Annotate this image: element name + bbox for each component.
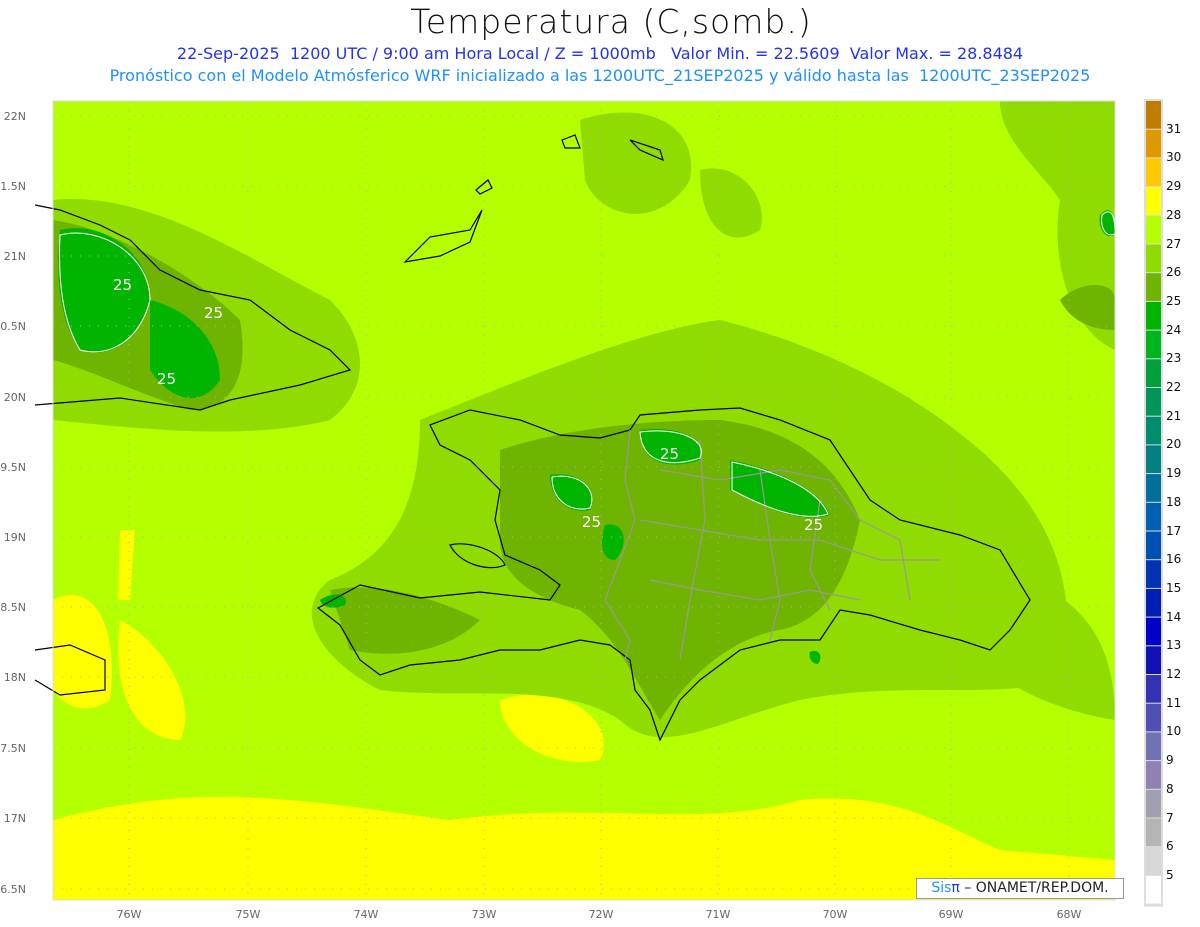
latitude-labels: 22N 1.5N 21N 0.5N 20N 9.5N 19N 8.5N 18N … — [0, 110, 26, 896]
logo-org: – ONAMET/REP.DOM. — [959, 880, 1109, 896]
colorbar-label: 18 — [1166, 494, 1182, 509]
colorbar-swatch — [1146, 732, 1161, 761]
contour-label: 25 — [660, 445, 679, 463]
lat-label: 9.5N — [0, 461, 26, 474]
colorbar-swatch — [1146, 847, 1161, 875]
colorbar-label: 29 — [1166, 179, 1182, 194]
colorbar-swatch — [1146, 875, 1161, 904]
logo-pi: π — [951, 880, 960, 896]
colorbar-swatch — [1146, 129, 1161, 158]
lat-label: 17N — [4, 812, 26, 825]
lat-label: 19N — [4, 531, 26, 544]
colorbar-swatch — [1146, 273, 1161, 301]
colorbar-swatch — [1146, 789, 1161, 818]
colorbar-label: 10 — [1166, 724, 1182, 739]
longitude-labels: 76W 75W 74W 73W 72W 71W 70W 69W 68W — [117, 908, 1082, 921]
contour-label: 25 — [157, 370, 176, 388]
lat-label: 8.5N — [0, 601, 26, 614]
colorbar-swatch — [1146, 818, 1161, 847]
lon-label: 75W — [236, 908, 261, 921]
colorbar-label: 11 — [1166, 695, 1182, 710]
colorbar-swatch — [1146, 301, 1161, 330]
lon-label: 69W — [939, 908, 964, 921]
logo-sis: Sis — [931, 880, 952, 896]
contour-label: 25 — [204, 304, 223, 322]
colorbar-swatch — [1146, 445, 1161, 474]
contour-label: 25 — [582, 513, 601, 531]
colorbar-label: 6 — [1166, 839, 1174, 854]
lat-label: 20N — [4, 391, 26, 404]
colorbar-label: 24 — [1166, 322, 1182, 337]
colorbar-label: 25 — [1166, 293, 1182, 308]
colorbar-swatch — [1146, 359, 1161, 387]
colorbar-swatch — [1146, 158, 1161, 187]
colorbar-swatch — [1146, 617, 1161, 646]
colorbar-label: 22 — [1166, 380, 1182, 394]
temperature-map: 25 25 25 25 25 25 25 22N 1.5N 21N 0.5N 2… — [0, 99, 1163, 921]
colorbar-swatch — [1146, 187, 1161, 215]
lat-label: 7.5N — [0, 742, 26, 755]
lon-label: 72W — [589, 908, 614, 921]
colorbar-label: 5 — [1166, 867, 1174, 882]
colorbar-label: 16 — [1166, 552, 1182, 567]
colorbar-swatch — [1146, 761, 1161, 789]
colorbar-label: 28 — [1166, 207, 1182, 222]
shaded-field — [53, 101, 1115, 900]
colorbar-swatch — [1146, 101, 1161, 129]
colorbar-swatch — [1146, 531, 1161, 560]
lon-label: 70W — [823, 908, 848, 921]
colorbar-label: 30 — [1166, 150, 1182, 165]
lat-label: 1.5N — [0, 180, 26, 193]
lat-label: 6.5N — [0, 883, 26, 896]
colorbar-label: 7 — [1166, 810, 1174, 825]
colorbar-label: 19 — [1166, 466, 1182, 481]
colorbar-label: 8 — [1166, 781, 1174, 796]
lat-label: 18N — [4, 671, 26, 684]
colorbar-label: 15 — [1166, 580, 1182, 595]
colorbar-swatch — [1146, 675, 1161, 703]
colorbar-label: 17 — [1166, 523, 1182, 538]
colorbar-swatch — [1146, 646, 1161, 674]
contour-label: 25 — [804, 516, 823, 534]
colorbar-swatch — [1146, 416, 1161, 445]
colorbar-label: 12 — [1166, 667, 1182, 681]
colorbar-swatch — [1146, 388, 1161, 416]
lat-label: 0.5N — [0, 320, 26, 333]
contour-label: 25 — [113, 276, 132, 294]
colorbar-swatch — [1146, 215, 1161, 244]
colorbar-label: 27 — [1166, 236, 1182, 251]
colorbar-swatch — [1146, 244, 1161, 273]
lon-label: 73W — [472, 908, 497, 921]
colorbar-label: 9 — [1166, 753, 1174, 768]
colorbar-swatch — [1146, 474, 1161, 502]
colorbar-label: 31 — [1166, 121, 1182, 136]
colorbar-label: 14 — [1166, 609, 1182, 624]
colorbar-label: 21 — [1166, 408, 1182, 423]
lon-label: 76W — [117, 908, 142, 921]
colorbar-swatch — [1146, 588, 1161, 617]
lon-label: 68W — [1057, 908, 1082, 921]
lat-label: 22N — [4, 110, 26, 123]
colorbar-swatch — [1146, 703, 1161, 732]
colorbar — [1144, 99, 1163, 907]
lon-label: 71W — [706, 908, 731, 921]
colorbar-label: 23 — [1166, 351, 1182, 366]
colorbar-swatch — [1146, 330, 1161, 359]
lon-label: 74W — [354, 908, 379, 921]
lat-label: 21N — [4, 250, 26, 263]
colorbar-label: 13 — [1166, 638, 1182, 653]
colorbar-swatch — [1146, 502, 1161, 531]
colorbar-swatch — [1146, 560, 1161, 588]
colorbar-label: 26 — [1166, 265, 1182, 280]
colorbar-label: 20 — [1166, 437, 1182, 452]
logo-onamet: Sisπ – ONAMET/REP.DOM. — [916, 878, 1124, 899]
